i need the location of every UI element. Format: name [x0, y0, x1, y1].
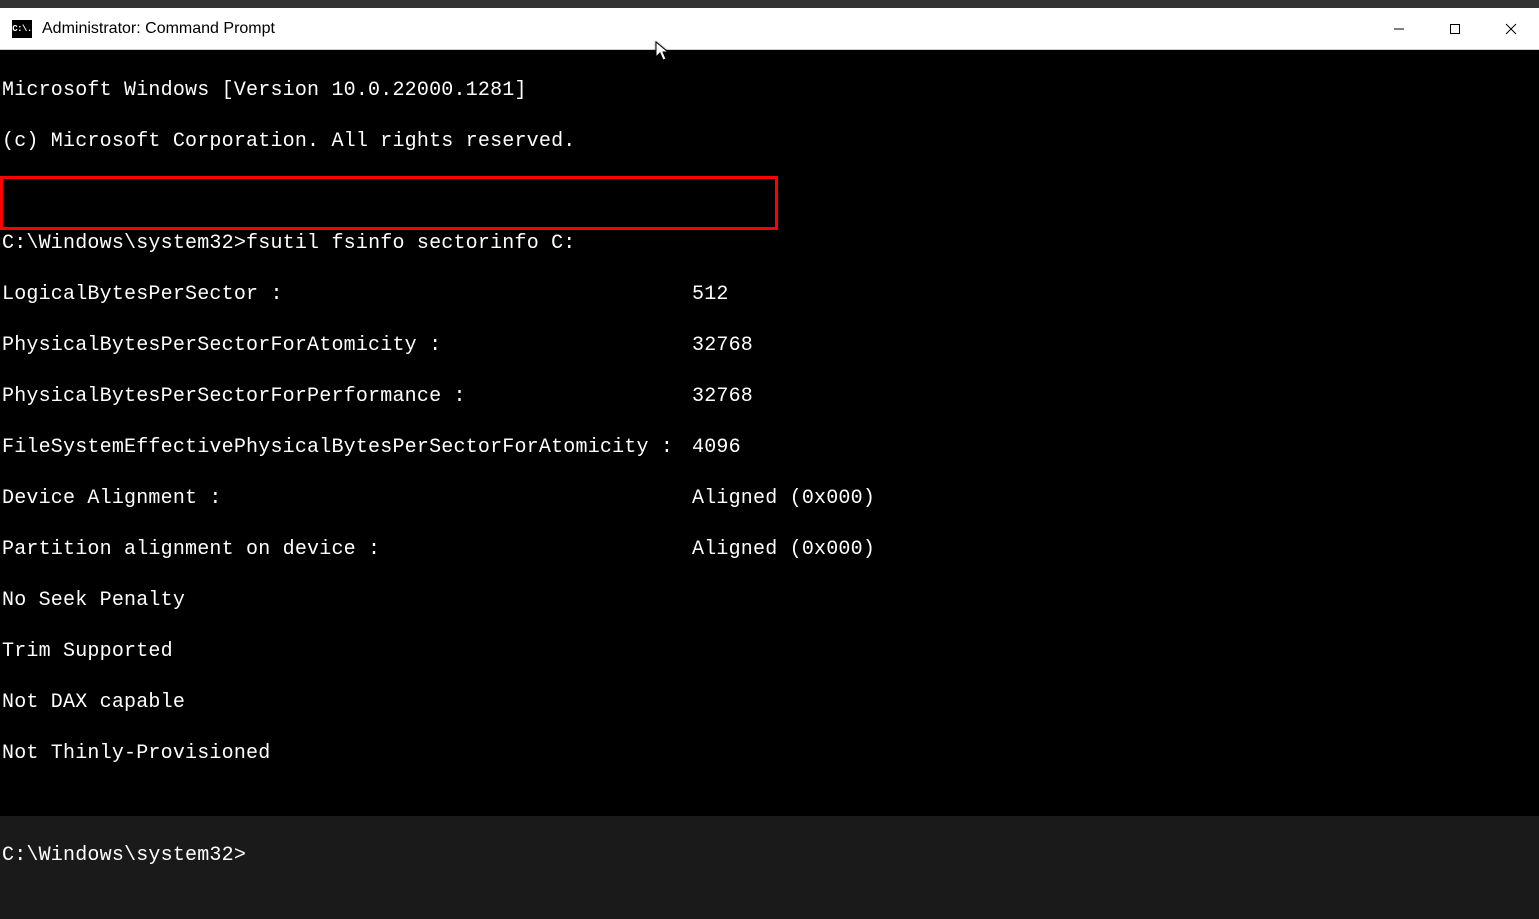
output-value: Aligned (0x000)	[692, 537, 875, 563]
output-flag: Not DAX capable	[2, 690, 1537, 716]
output-label: Partition alignment on device :	[2, 537, 692, 563]
window-controls	[1371, 8, 1539, 49]
os-version-line: Microsoft Windows [Version 10.0.22000.12…	[2, 78, 1537, 104]
browser-tab-strip	[0, 0, 1539, 8]
output-label: PhysicalBytesPerSectorForAtomicity :	[2, 333, 692, 359]
output-row: Device Alignment :Aligned (0x000)	[2, 486, 1537, 512]
output-row: LogicalBytesPerSector :512	[2, 282, 1537, 308]
window-title-bar[interactable]: C:\. Administrator: Command Prompt	[0, 8, 1539, 50]
output-row: PhysicalBytesPerSectorForPerformance :32…	[2, 384, 1537, 410]
maximize-button[interactable]	[1427, 8, 1483, 49]
output-value: 32768	[692, 384, 753, 410]
output-value: 512	[692, 282, 729, 308]
minimize-button[interactable]	[1371, 8, 1427, 49]
output-flag: Not Thinly-Provisioned	[2, 741, 1537, 767]
output-flag: Trim Supported	[2, 639, 1537, 665]
minimize-icon	[1393, 23, 1405, 35]
output-label: FileSystemEffectivePhysicalBytesPerSecto…	[2, 435, 692, 461]
command-text: fsutil fsinfo sectorinfo C:	[246, 232, 575, 255]
prompt-path: C:\Windows\system32>	[2, 232, 246, 255]
output-row: PhysicalBytesPerSectorForAtomicity :3276…	[2, 333, 1537, 359]
copyright-line: (c) Microsoft Corporation. All rights re…	[2, 129, 1537, 155]
blank-line	[2, 792, 1537, 818]
close-icon	[1505, 23, 1517, 35]
cmd-icon: C:\.	[12, 20, 32, 38]
blank-line	[2, 180, 1537, 206]
output-row: Partition alignment on device :Aligned (…	[2, 537, 1537, 563]
output-label: PhysicalBytesPerSectorForPerformance :	[2, 384, 692, 410]
output-label: Device Alignment :	[2, 486, 692, 512]
output-row: FileSystemEffectivePhysicalBytesPerSecto…	[2, 435, 1537, 461]
output-label: LogicalBytesPerSector :	[2, 282, 692, 308]
output-value: Aligned (0x000)	[692, 486, 875, 512]
output-value: 4096	[692, 435, 741, 461]
close-button[interactable]	[1483, 8, 1539, 49]
output-value: 32768	[692, 333, 753, 359]
window-title: Administrator: Command Prompt	[42, 20, 1371, 38]
prompt-line: C:\Windows\system32>	[2, 843, 1537, 869]
output-flag: No Seek Penalty	[2, 588, 1537, 614]
command-line: C:\Windows\system32>fsutil fsinfo sector…	[2, 231, 1537, 257]
maximize-icon	[1449, 23, 1461, 35]
terminal-output[interactable]: Microsoft Windows [Version 10.0.22000.12…	[0, 50, 1539, 816]
